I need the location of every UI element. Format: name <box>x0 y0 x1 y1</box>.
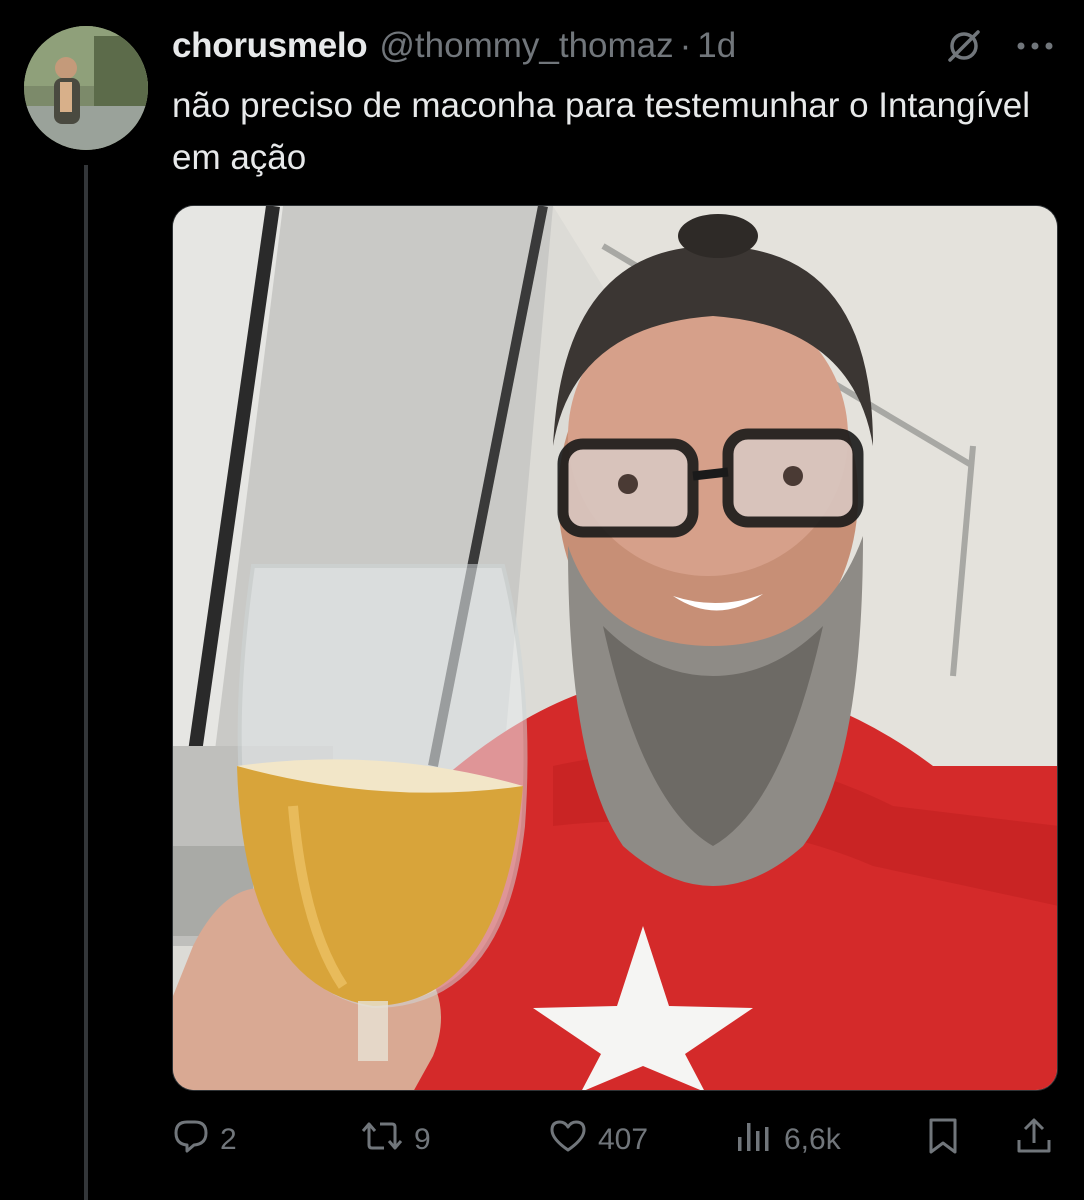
grok-slash-icon[interactable] <box>944 26 984 66</box>
share-icon <box>1014 1116 1054 1164</box>
retweet-icon <box>360 1117 404 1163</box>
share-button[interactable] <box>1014 1112 1054 1168</box>
thread-line <box>84 165 88 1200</box>
tweet-header: chorusmelo @thommy_thomaz · 1d <box>172 24 736 68</box>
views-count: 6,6k <box>784 1123 841 1156</box>
separator-dot: · <box>679 26 692 65</box>
tweet-text: não preciso de maconha para testemunhar … <box>172 86 1031 177</box>
reply-bubble-icon <box>172 1117 210 1163</box>
bookmark-icon <box>924 1116 962 1164</box>
tweet-photo[interactable] <box>172 205 1058 1091</box>
like-count: 407 <box>598 1123 649 1156</box>
like-button[interactable]: 407 <box>548 1112 648 1168</box>
timestamp[interactable]: 1d <box>697 26 736 66</box>
views-button[interactable]: 6,6k <box>734 1112 841 1168</box>
heart-icon <box>548 1117 588 1163</box>
retweet-button[interactable]: 9 <box>360 1112 431 1168</box>
avatar[interactable] <box>24 26 148 150</box>
bookmark-button[interactable] <box>924 1112 962 1168</box>
tweet-actions: 2 9 407 6,6k <box>172 1112 1058 1168</box>
retweet-count: 9 <box>414 1123 431 1156</box>
display-name[interactable]: chorusmelo <box>172 26 368 66</box>
reply-button[interactable]: 2 <box>172 1112 237 1168</box>
reply-count: 2 <box>220 1123 237 1156</box>
more-horizontal-icon[interactable] <box>1012 28 1058 64</box>
views-bar-icon <box>734 1117 774 1163</box>
user-handle[interactable]: @thommy_thomaz <box>379 26 673 66</box>
